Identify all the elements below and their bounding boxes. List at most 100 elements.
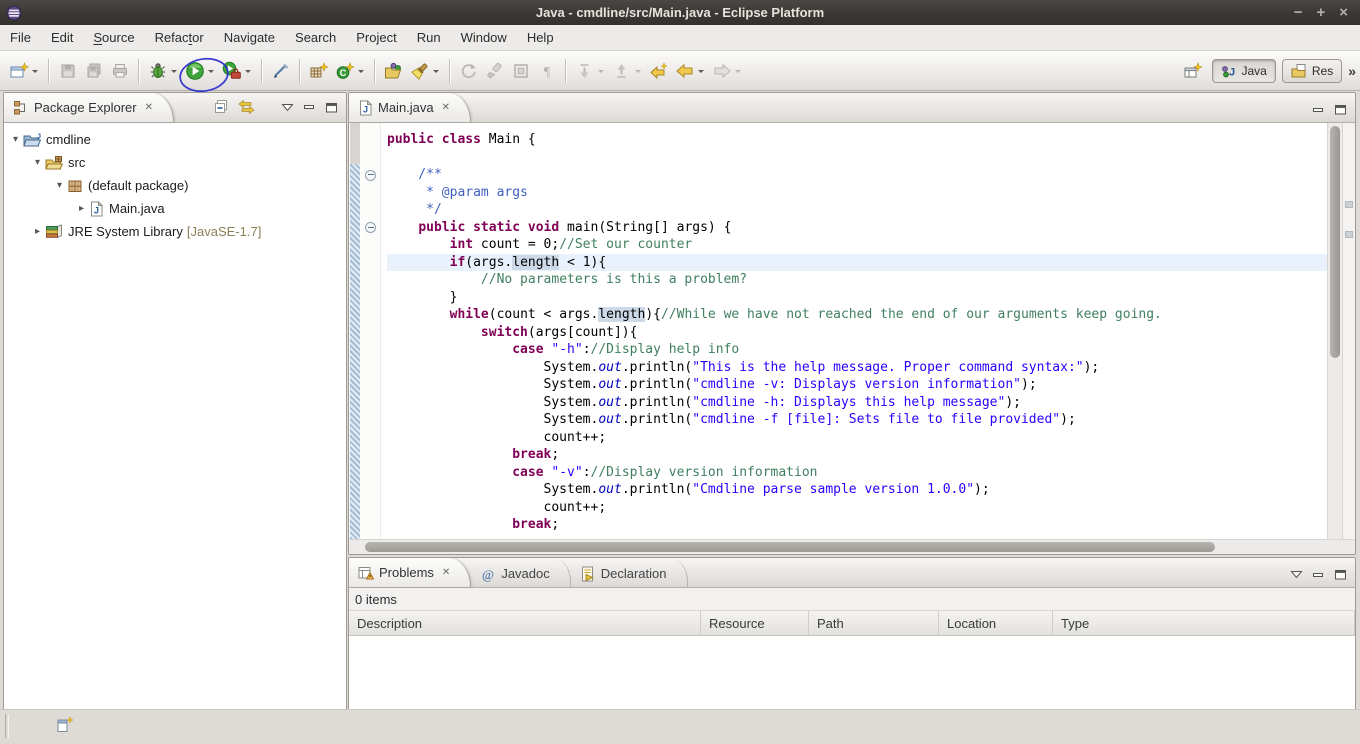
view-menu-icon[interactable] bbox=[1290, 570, 1303, 579]
horizontal-scrollbar[interactable] bbox=[349, 539, 1355, 554]
code-line[interactable]: break; bbox=[387, 446, 1327, 464]
overview-ruler[interactable] bbox=[1342, 123, 1355, 539]
maximize-icon[interactable] bbox=[1334, 569, 1347, 580]
minimize-icon[interactable] bbox=[1312, 105, 1325, 115]
menu-run[interactable]: Run bbox=[407, 26, 451, 49]
maximize-icon[interactable] bbox=[325, 102, 338, 113]
new-class-button[interactable]: C bbox=[333, 59, 357, 83]
search-dropdown-icon[interactable] bbox=[433, 70, 439, 76]
close-icon[interactable]: ✕ bbox=[145, 102, 153, 113]
chevron-right-icon[interactable]: ▸ bbox=[30, 226, 45, 237]
code-line[interactable]: System.out.println("This is the help mes… bbox=[387, 359, 1327, 377]
code-line[interactable]: public class Main { bbox=[387, 131, 1327, 149]
code-line[interactable]: System.out.println("Cmdline parse sample… bbox=[387, 481, 1327, 499]
code-area[interactable]: public class Main { /** * @param args */… bbox=[381, 123, 1327, 539]
tree-item-cmdline[interactable]: ▾Jcmdline bbox=[4, 128, 346, 151]
code-line[interactable]: System.out.println("cmdline -h: Displays… bbox=[387, 394, 1327, 412]
tree-item-default-package[interactable]: ▾(default package) bbox=[4, 174, 346, 197]
code-line[interactable]: //No parameters is this a problem? bbox=[387, 271, 1327, 289]
menu-file[interactable]: File bbox=[0, 26, 41, 49]
vertical-scrollbar[interactable] bbox=[1327, 123, 1342, 539]
horizontal-scrollbar-thumb[interactable] bbox=[365, 542, 1215, 552]
column-header-location[interactable]: Location bbox=[939, 611, 1053, 635]
new-class-dropdown-icon[interactable] bbox=[358, 70, 364, 76]
code-line[interactable]: /** bbox=[387, 166, 1327, 184]
menu-navigate[interactable]: Navigate bbox=[214, 26, 285, 49]
editor-tab-main-java[interactable]: J Main.java ✕ bbox=[349, 93, 471, 122]
run-button[interactable] bbox=[183, 59, 207, 83]
debug-button[interactable] bbox=[146, 59, 170, 83]
code-line[interactable]: public static void main(String[] args) { bbox=[387, 219, 1327, 237]
maximize-icon[interactable] bbox=[1334, 104, 1347, 115]
code-line[interactable]: count++; bbox=[387, 499, 1327, 517]
window-close-button[interactable]: × bbox=[1339, 5, 1348, 20]
open-perspective-button[interactable] bbox=[1182, 59, 1206, 83]
code-line[interactable]: } bbox=[387, 289, 1327, 307]
menu-help[interactable]: Help bbox=[517, 26, 564, 49]
column-header-resource[interactable]: Resource bbox=[701, 611, 809, 635]
minimize-icon[interactable] bbox=[303, 102, 316, 112]
tab-declaration[interactable]: Declaration bbox=[571, 560, 688, 587]
chevron-right-icon[interactable]: ▸ bbox=[74, 203, 89, 214]
menu-source[interactable]: Source bbox=[83, 26, 144, 49]
code-line[interactable]: */ bbox=[387, 201, 1327, 219]
back-dropdown-icon[interactable] bbox=[698, 70, 704, 76]
view-menu-icon[interactable] bbox=[281, 103, 294, 112]
java-perspective-button[interactable]: J Java bbox=[1212, 59, 1276, 83]
link-with-editor-icon[interactable] bbox=[238, 99, 255, 115]
tree-item-src[interactable]: ▾src bbox=[4, 151, 346, 174]
fold-collapse-icon[interactable] bbox=[365, 222, 376, 233]
menu-refactor[interactable]: Refactor bbox=[145, 26, 214, 49]
folding-gutter[interactable] bbox=[362, 123, 381, 539]
fast-view-icon[interactable] bbox=[56, 716, 75, 733]
close-icon[interactable]: ✕ bbox=[442, 102, 450, 113]
code-line[interactable]: System.out.println("cmdline -f [file]: S… bbox=[387, 411, 1327, 429]
new-wizard-dropdown-icon[interactable] bbox=[32, 70, 38, 76]
menu-edit[interactable]: Edit bbox=[41, 26, 83, 49]
new-java-project-button[interactable] bbox=[307, 59, 331, 83]
code-line[interactable]: * @param args bbox=[387, 184, 1327, 202]
code-line[interactable]: int count = 0;//Set our counter bbox=[387, 236, 1327, 254]
open-type-button[interactable] bbox=[382, 59, 406, 83]
code-line[interactable]: case "-h"://Display help info bbox=[387, 341, 1327, 359]
new-wizard-button[interactable] bbox=[7, 59, 31, 83]
collapse-all-icon[interactable] bbox=[213, 99, 229, 115]
resource-perspective-button[interactable]: Res bbox=[1282, 59, 1342, 83]
chevron-down-icon[interactable]: ▾ bbox=[30, 157, 45, 168]
occurrence-mark[interactable] bbox=[1345, 231, 1353, 238]
tab-problems[interactable]: Problems✕ bbox=[349, 558, 471, 587]
menu-project[interactable]: Project bbox=[346, 26, 406, 49]
code-line[interactable]: if(args.length < 1){ bbox=[387, 254, 1327, 272]
code-line[interactable] bbox=[387, 149, 1327, 167]
run-external-tools-dropdown-icon[interactable] bbox=[245, 70, 251, 76]
tree-item-jre-system-library[interactable]: ▸JRE System Library[JavaSE-1.7] bbox=[4, 220, 346, 243]
annotation-ruler[interactable] bbox=[349, 123, 362, 539]
search-button[interactable] bbox=[408, 59, 432, 83]
run-external-tools-button[interactable] bbox=[220, 59, 244, 83]
debug-dropdown-icon[interactable] bbox=[171, 70, 177, 76]
tab-javadoc[interactable]: @Javadoc bbox=[471, 560, 570, 587]
back-button[interactable] bbox=[673, 59, 697, 83]
tree-item-main-java[interactable]: ▸JMain.java bbox=[4, 197, 346, 220]
window-maximize-button[interactable]: + bbox=[1316, 5, 1325, 20]
code-line[interactable]: while(count < args.length){//While we ha… bbox=[387, 306, 1327, 324]
vertical-scrollbar-thumb[interactable] bbox=[1330, 126, 1340, 358]
close-icon[interactable]: ✕ bbox=[442, 567, 450, 578]
run-dropdown-icon[interactable] bbox=[208, 70, 214, 76]
window-minimize-button[interactable]: − bbox=[1294, 5, 1303, 20]
package-explorer-tab[interactable]: Package Explorer ✕ bbox=[4, 93, 174, 122]
code-line[interactable]: count++; bbox=[387, 429, 1327, 447]
last-edit-location-button[interactable] bbox=[647, 59, 671, 83]
menu-search[interactable]: Search bbox=[285, 26, 346, 49]
chevron-down-icon[interactable]: ▾ bbox=[52, 180, 67, 191]
column-header-type[interactable]: Type bbox=[1053, 611, 1355, 635]
code-line[interactable]: switch(args[count]){ bbox=[387, 324, 1327, 342]
perspective-overflow-button[interactable]: » bbox=[1348, 63, 1354, 79]
menu-window[interactable]: Window bbox=[451, 26, 517, 49]
code-line[interactable]: break; bbox=[387, 516, 1327, 534]
occurrence-mark[interactable] bbox=[1345, 201, 1353, 208]
column-header-path[interactable]: Path bbox=[809, 611, 939, 635]
column-header-description[interactable]: Description bbox=[349, 611, 701, 635]
minimize-icon[interactable] bbox=[1312, 570, 1325, 580]
problems-table-body[interactable] bbox=[349, 636, 1355, 711]
